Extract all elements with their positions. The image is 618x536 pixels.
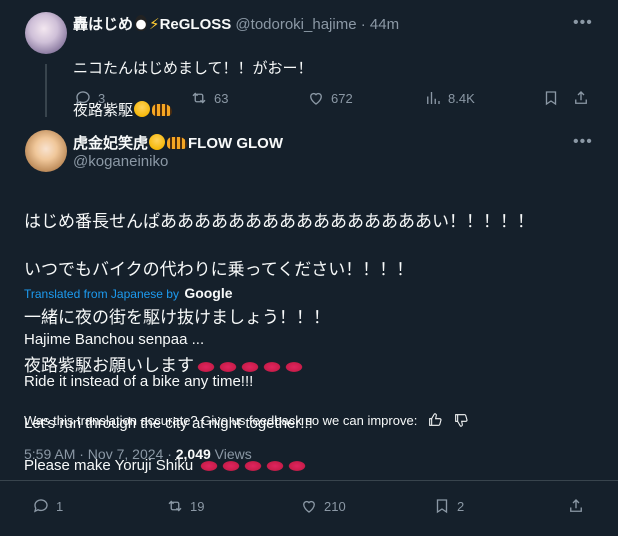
comment-icon [33,499,48,513]
share-icon [570,499,582,512]
reply-more-options-icon[interactable]: ••• [573,15,593,31]
reply-views-count: 8.4K [448,90,475,106]
smiling-face-emoji-icon [134,101,151,117]
avatar-main-author[interactable] [25,130,67,172]
heart-icon [310,92,322,105]
penguin-emoji-icon [135,15,148,31]
translated-from-label[interactable]: Translated from Japanese by Google [24,285,233,301]
main-reply-button[interactable]: 1 [32,497,63,515]
main-likes-count: 210 [324,498,346,514]
main-like-button[interactable]: 210 [300,497,346,515]
kiss-mark-emoji-icon [287,460,308,473]
translation-feedback: Was this translation accurate? Give us f… [24,412,469,428]
feedback-text: Was this translation accurate? Give us f… [24,412,418,428]
reply-text-line-1: ニコたんはじめまして！！がおー！ [73,60,313,77]
reply-reply-button[interactable]: 3 [74,89,105,107]
smiling-face-emoji-icon [149,134,166,150]
avatar-reply-author[interactable] [25,12,67,54]
translated-from-text: Translated from Japanese by [24,287,179,301]
main-text-line-1: はじめ番長せんぱああああああああああああああああい！！！！！ [24,212,534,231]
share-icon [575,91,587,104]
reply-likes-count: 672 [331,90,353,106]
reply-time-separator: · [360,16,366,33]
kiss-mark-emoji-icon [265,460,286,473]
reply-repost-button[interactable]: 63 [190,89,228,107]
analytics-icon [427,92,440,104]
thread-connector-line [45,64,47,117]
reply-views-button[interactable]: 8.4K [424,89,475,107]
comment-icon [75,91,90,105]
translation-line-1: Hajime Banchou senpaa ... [24,331,205,348]
tweet-thread: 轟はじめ ⚡ReGLOSS @todoroki_hajime · 44m ••• … [0,0,618,536]
reply-share-button[interactable] [572,89,590,107]
main-replies-count: 1 [56,498,64,514]
divider [0,480,618,481]
main-bookmark-button[interactable]: 2 [433,497,464,515]
bookmark-icon [545,91,557,106]
lightning-emoji-icon: ⚡ [149,16,160,33]
tweet-timestamp[interactable]: 5:59 AM · Nov 7, 2024 · [24,446,176,462]
views-count: 2,049 [175,446,211,462]
reply-author-group[interactable]: ReGLOSS [160,16,232,33]
reply-like-button[interactable]: 672 [307,89,353,107]
tiger-emoji-icon [152,104,173,116]
bookmark-icon [436,499,448,514]
repost-icon [192,92,206,104]
reply-reposts-count: 63 [214,90,229,106]
reply-author-handle[interactable]: @todoroki_hajime [235,16,356,33]
tiger-emoji-icon [167,137,188,149]
reply-replies-count: 3 [98,90,106,106]
google-logo: Google [184,285,233,301]
reply-timestamp[interactable]: 44m [370,16,399,33]
main-author-row: 虎金妃笑虎 FLOW GLOW [73,132,283,153]
main-reposts-count: 19 [190,498,205,514]
main-share-button[interactable] [567,497,585,515]
main-repost-button[interactable]: 19 [166,497,204,515]
translation-line-2: Ride it instead of a bike any time!!! [24,373,254,390]
translation-text: Hajime Banchou senpaa ... Ride it instea… [24,308,313,497]
thumbs-down-icon[interactable] [453,412,469,428]
main-more-options-icon[interactable]: ••• [573,134,593,150]
thumbs-up-icon[interactable] [427,412,443,428]
heart-icon [303,500,315,513]
views-label: Views [210,446,252,462]
reply-bookmark-button[interactable] [542,89,560,107]
main-text-line-2: いつでもバイクの代わりに乗ってください！！！！ [24,260,414,279]
main-author-name[interactable]: 虎金妃笑虎 [73,135,148,152]
reply-author-name[interactable]: 轟はじめ [73,16,133,33]
main-author-group[interactable]: FLOW GLOW [188,135,283,152]
reply-author-row: 轟はじめ ⚡ReGLOSS @todoroki_hajime · 44m [73,13,399,34]
main-bookmarks-count: 2 [457,498,465,514]
repost-icon [168,500,182,512]
main-author-handle[interactable]: @koganeiniko [73,153,168,170]
tweet-meta: 5:59 AM · Nov 7, 2024 · 2,049 Views [24,446,252,462]
